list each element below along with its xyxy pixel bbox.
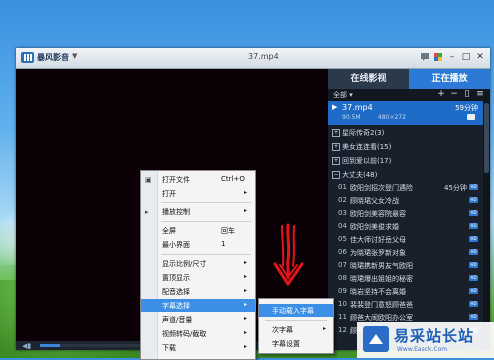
submenu-arrow-icon: ▸	[244, 259, 248, 266]
now-playing-item[interactable]: ▶ 37.mp4 59分钟 90.5M 480×272	[328, 101, 483, 125]
hd-badge: HD	[469, 288, 478, 294]
list-item[interactable]: 01 欧阳剑招次登门遇险 45分钟 HD	[328, 181, 483, 193]
site-logo-icon	[363, 326, 389, 352]
menu-item-mini-mode[interactable]: 最小界面 1	[141, 238, 255, 251]
menu-separator	[265, 320, 327, 321]
playlist-panel: 在线影视 正在播放 全部 ▾ + − ▯ ≡ ▶ 37.mp4 59分钟 90.…	[328, 69, 490, 350]
list-item[interactable]: 08 晓珺爆出姐姐的秘密 HD	[328, 272, 483, 284]
hd-badge: HD	[469, 314, 478, 320]
menu-item-subtitle-select[interactable]: 字幕选择 ▸	[141, 299, 255, 312]
expand-icon[interactable]: +	[332, 157, 340, 165]
hd-badge: HD	[469, 301, 478, 307]
group-item[interactable]: − 大丈夫(48)	[328, 168, 483, 181]
skin-icon[interactable]	[433, 52, 443, 62]
submenu-arrow-icon: ▸	[323, 325, 327, 332]
tab-now-playing[interactable]: 正在播放	[409, 69, 490, 89]
context-menu: ▣ 打开文件 Ctrl+O 打开 ▸ ▸ 播放控制 ▸ 全屏 回车 最小界面 1…	[140, 170, 256, 360]
menu-item-transcode[interactable]: 视频转码/截取 ▸	[141, 327, 255, 340]
hd-badge: HD	[469, 223, 478, 229]
hd-badge: HD	[469, 210, 478, 216]
close-icon[interactable]: ✕	[474, 51, 486, 63]
collapse-icon[interactable]: −	[332, 171, 340, 179]
folder-icon[interactable]	[467, 114, 475, 120]
list-item[interactable]: 06 为晓珺张罗新对象 HD	[328, 246, 483, 258]
menu-item-always-on-top[interactable]: 置顶显示 ▸	[141, 271, 255, 284]
menu-item-download[interactable]: 下载 ▸	[141, 341, 255, 354]
group-item[interactable]: + 回到爱以前(17)	[328, 154, 483, 167]
menu-item-aspect-ratio[interactable]: 显示比例/尺寸 ▸	[141, 257, 255, 270]
red-arrow-annotation	[273, 223, 304, 286]
hd-badge: HD	[469, 249, 478, 255]
expand-icon[interactable]: +	[332, 129, 340, 137]
list-item[interactable]: 07 晓珺携新男友气欧阳 HD	[328, 259, 483, 271]
list-icon[interactable]: ≡	[475, 89, 485, 99]
submenu-arrow-icon: ▸	[244, 315, 248, 322]
clear-icon[interactable]: ▯	[462, 89, 472, 99]
submenu-item-secondary-subtitle[interactable]: 次字幕 ▸	[259, 323, 333, 336]
hd-badge: HD	[469, 236, 478, 242]
file-title: 37.mp4	[248, 52, 279, 61]
menu-item-channel-volume[interactable]: 声道/音量 ▸	[141, 313, 255, 326]
hd-badge: HD	[469, 184, 478, 190]
watermark-url: Www.Easck.Com	[397, 346, 448, 353]
remove-icon[interactable]: −	[449, 89, 459, 99]
submenu-item-load-subtitle[interactable]: 手动载入字幕	[259, 304, 333, 317]
submenu-item-subtitle-settings[interactable]: 字幕设置	[259, 337, 333, 350]
now-playing-resolution: 480×272	[378, 114, 406, 121]
tab-online-video[interactable]: 在线影视	[328, 69, 409, 89]
now-playing-duration: 59分钟	[455, 104, 478, 112]
list-item[interactable]: 03 欧阳剑美容院悬容 HD	[328, 207, 483, 219]
add-icon[interactable]: +	[436, 89, 446, 99]
playlist-toolbar: 全部 ▾ + − ▯ ≡	[328, 89, 490, 101]
submenu-arrow-icon: ▸	[244, 287, 248, 294]
list-item[interactable]: 10 裴裴登门意怒顾爸爸 HD	[328, 298, 483, 310]
subtitle-submenu: 手动载入字幕 次字幕 ▸ 字幕设置	[258, 298, 334, 354]
play-icon: ▶	[332, 103, 338, 111]
play-icon: ▸	[145, 208, 149, 216]
list-item[interactable]: 09 晓岩坚持不会离婚 HD	[328, 285, 483, 297]
list-item[interactable]: 02 顾晓珺父女冷战 HD	[328, 194, 483, 206]
filter-dropdown[interactable]: 全部 ▾	[333, 90, 353, 100]
now-playing-size: 90.5M	[342, 114, 361, 121]
submenu-arrow-icon: ▸	[244, 343, 248, 350]
menu-item-audio-track[interactable]: 配音选择 ▸	[141, 285, 255, 298]
group-item[interactable]: + 星际传奇2(3)	[328, 126, 483, 139]
menu-separator	[161, 221, 251, 222]
menu-item-open-file[interactable]: ▣ 打开文件 Ctrl+O	[141, 173, 255, 186]
expand-icon[interactable]: +	[332, 143, 340, 151]
minimize-icon[interactable]: –	[446, 51, 458, 63]
watermark-text: 易采站长站	[394, 327, 475, 345]
message-icon[interactable]	[420, 52, 430, 62]
hd-badge: HD	[469, 262, 478, 268]
group-item[interactable]: + 美女连连看(15)	[328, 140, 483, 153]
menu-item-open[interactable]: 打开 ▸	[141, 187, 255, 200]
hd-badge: HD	[469, 275, 478, 281]
playlist-scrollbar[interactable]	[483, 101, 490, 350]
app-logo-icon[interactable]	[21, 52, 34, 63]
volume-icon[interactable]: ◀▮	[22, 342, 31, 350]
scroll-thumb[interactable]	[484, 103, 489, 173]
menu-item-fullscreen[interactable]: 全屏 回车	[141, 224, 255, 237]
submenu-arrow-icon: ▸	[244, 329, 248, 336]
menu-separator	[161, 202, 251, 203]
hd-badge: HD	[469, 197, 478, 203]
chevron-down-icon[interactable]: ▼	[72, 52, 77, 60]
title-bar[interactable]: 暴风影音 ▼ 37.mp4 – □ ✕	[16, 48, 490, 69]
now-playing-title: 37.mp4	[342, 103, 373, 112]
app-name[interactable]: 暴风影音	[37, 52, 69, 63]
submenu-arrow-icon: ▸	[244, 273, 248, 280]
menu-item-playback-control[interactable]: ▸ 播放控制 ▸	[141, 205, 255, 218]
list-item[interactable]: 05 佳大师讨好岳父母 HD	[328, 233, 483, 245]
submenu-arrow-icon: ▸	[244, 301, 248, 308]
submenu-arrow-icon: ▸	[244, 207, 248, 214]
menu-separator	[161, 254, 251, 255]
site-watermark: 易采站长站 Www.Easck.Com	[357, 322, 494, 358]
maximize-icon[interactable]: □	[460, 51, 472, 63]
seek-progress	[40, 344, 60, 347]
open-file-icon: ▣	[145, 176, 152, 184]
list-item[interactable]: 04 欧阳剑美俊求婚 HD	[328, 220, 483, 232]
submenu-arrow-icon: ▸	[244, 189, 248, 196]
